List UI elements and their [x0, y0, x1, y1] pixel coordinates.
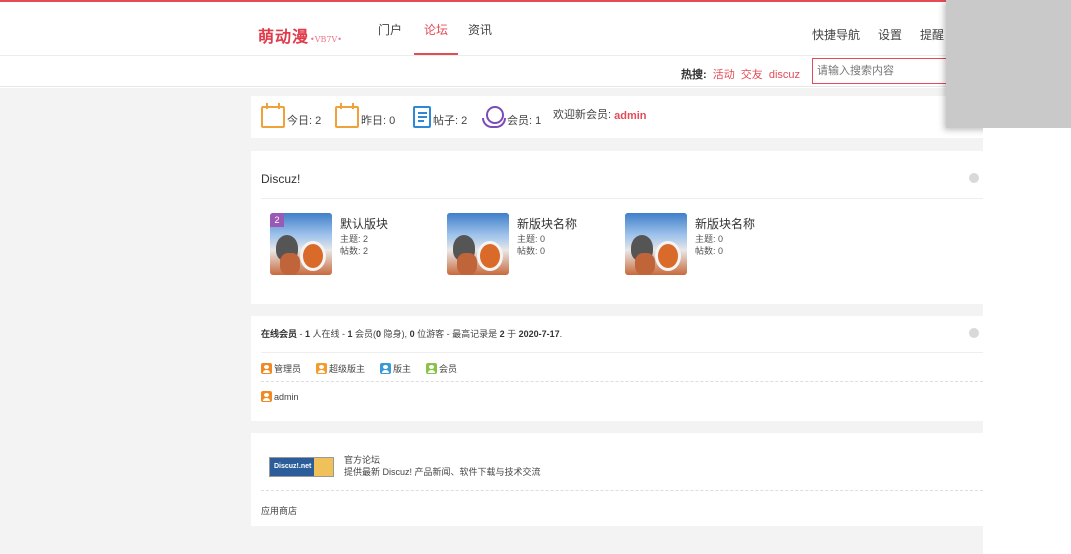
stat-posts-text: 帖子: 2: [433, 115, 468, 127]
welcome-member-name[interactable]: admin: [614, 110, 646, 122]
link-info: 官方论坛 提供最新 Discuz! 产品新闻、软件下载与技术交流: [344, 454, 541, 478]
hot-link-activity[interactable]: 活动: [713, 69, 735, 81]
board-meta: 主题: 0 帖数: 0: [695, 233, 723, 257]
user-group-legend: 管理员 超级版主 版主 会员: [261, 362, 472, 375]
discuz-logo-link[interactable]: Discuz!.net: [269, 457, 334, 477]
dashed-divider: [261, 381, 983, 382]
divider: [261, 198, 983, 199]
app-store-link[interactable]: 应用商店: [261, 504, 297, 517]
settings-link[interactable]: 设置: [878, 26, 902, 43]
board-posts: 帖数: 0: [517, 246, 546, 256]
stat-yesterday-text: 昨日: 0: [361, 115, 396, 127]
overlay-mask: [983, 128, 1071, 554]
hot-search-label: 热搜:: [681, 69, 707, 81]
dashed-divider: [261, 490, 983, 491]
link-name[interactable]: 官方论坛: [344, 454, 541, 466]
calendar-icon: [261, 103, 285, 128]
board-posts: 帖数: 2: [340, 246, 369, 256]
quick-nav-link[interactable]: 快捷导航: [812, 26, 860, 43]
user-icon: [426, 363, 438, 374]
collapse-icon[interactable]: [969, 328, 979, 338]
board-name[interactable]: 新版块名称: [695, 215, 755, 232]
online-user-name[interactable]: admin: [274, 392, 299, 402]
online-members-panel: 在线会员 - 1 人在线 - 1 会员(0 隐身), 0 位游客 - 最高记录是…: [251, 316, 983, 421]
board-name[interactable]: 新版块名称: [517, 215, 577, 232]
forum-category-panel: Discuz! 2 默认版块 主题: 2 帖数: 2 新版块名称 主题: 0 帖…: [251, 151, 983, 304]
search-input[interactable]: 请输入搜索内容: [812, 58, 968, 84]
board-topics: 主题: 0: [517, 234, 546, 244]
board-thumbnail[interactable]: 2: [270, 213, 332, 275]
welcome-new-member: 欢迎新会员: admin: [553, 106, 647, 122]
stat-yesterday: 昨日: 0: [335, 103, 396, 128]
user-icon: [380, 363, 392, 374]
stat-members-text: 会员: 1: [507, 115, 542, 127]
discuz-logo-text: Discuz!.net: [274, 463, 312, 470]
board-meta: 主题: 2 帖数: 2: [340, 233, 368, 257]
legend-super-moderator: 超级版主: [316, 362, 365, 375]
board-posts: 帖数: 0: [695, 246, 724, 256]
header-right-links: 快捷导航 设置 提醒: [812, 26, 962, 43]
user-icon: [261, 391, 272, 402]
board-topics: 主题: 2: [340, 234, 369, 244]
new-posts-badge: 2: [270, 213, 284, 227]
user-icon: [316, 363, 328, 374]
logo-text: 萌动漫: [258, 27, 310, 46]
document-icon: [413, 106, 431, 128]
members-icon: [481, 106, 506, 128]
welcome-label: 欢迎新会员:: [553, 109, 612, 121]
main-nav: 门户 论坛 资讯: [378, 24, 510, 55]
forum-stats-panel: 今日: 2 昨日: 0 帖子: 2 会员: 1 欢迎新会员: admin: [251, 96, 983, 138]
stat-members: 会员: 1: [481, 106, 541, 128]
hot-link-friends[interactable]: 交友: [741, 69, 763, 81]
logo-tagline: •VB7Ⅴ•: [310, 35, 342, 44]
site-logo[interactable]: 萌动漫•VB7Ⅴ•: [258, 23, 342, 47]
board-meta: 主题: 0 帖数: 0: [517, 233, 545, 257]
stat-posts: 帖子: 2: [413, 106, 467, 128]
nav-portal[interactable]: 门户: [378, 24, 402, 55]
calendar-icon: [335, 103, 359, 128]
online-summary: 在线会员 - 1 人在线 - 1 会员(0 隐身), 0 位游客 - 最高记录是…: [261, 329, 563, 339]
legend-moderator: 版主: [380, 362, 411, 375]
legend-member: 会员: [426, 362, 457, 375]
nav-news[interactable]: 资讯: [468, 24, 492, 55]
overlay-popup: [946, 0, 1071, 128]
notifications-link[interactable]: 提醒: [920, 26, 944, 43]
collapse-icon[interactable]: [969, 173, 979, 183]
board-name[interactable]: 默认版块: [340, 215, 388, 232]
board-thumbnail[interactable]: [625, 213, 687, 275]
user-icon: [261, 363, 272, 374]
hot-link-discuz[interactable]: discuz: [769, 69, 800, 81]
board-thumbnail[interactable]: [447, 213, 509, 275]
divider: [261, 352, 983, 353]
board-topics: 主题: 0: [695, 234, 724, 244]
friend-links-panel: Discuz!.net 官方论坛 提供最新 Discuz! 产品新闻、软件下载与…: [251, 433, 983, 526]
nav-forum[interactable]: 论坛: [414, 24, 459, 55]
category-title[interactable]: Discuz!: [261, 172, 300, 186]
hot-search: 热搜: 活动 交友 discuz: [681, 66, 800, 82]
stat-today: 今日: 2: [261, 103, 322, 128]
link-desc: 提供最新 Discuz! 产品新闻、软件下载与技术交流: [344, 467, 541, 477]
legend-admin: 管理员: [261, 362, 301, 375]
online-label[interactable]: 在线会员: [261, 329, 297, 339]
stat-today-text: 今日: 2: [287, 115, 322, 127]
online-user[interactable]: admin: [261, 391, 299, 402]
